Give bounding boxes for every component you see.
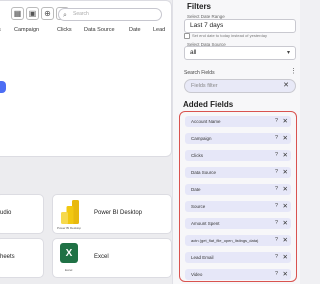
column-header[interactable]: Campaign	[14, 27, 39, 33]
more-icon[interactable]: ⋮	[290, 67, 297, 75]
added-field-label: Lead Email	[191, 255, 214, 260]
fields-filter-placeholder: Fields filter	[191, 83, 218, 89]
yesterday-label: Set end date to today instead of yesterd…	[192, 33, 267, 38]
column-header[interactable]: Clicks	[57, 27, 72, 33]
added-field-label: Account Name	[191, 119, 221, 124]
search-icon: ⌕	[63, 12, 67, 19]
help-icon[interactable]: ?	[275, 218, 278, 229]
column-header[interactable]: Date	[129, 27, 141, 33]
add-button[interactable]: ⊕	[41, 7, 54, 20]
column-header[interactable]: Data Source	[84, 27, 115, 33]
close-icon[interactable]: ✕	[283, 184, 288, 195]
close-icon[interactable]: ✕	[283, 201, 288, 212]
report-table-card: ▦ ▣ ⊕ ≡ ⌕ Search s Campaign Clicks Data …	[0, 0, 172, 157]
added-fields-title: Added Fields	[183, 100, 234, 109]
added-field-label: Clicks	[191, 153, 203, 158]
search-placeholder: Search	[73, 11, 89, 17]
excel-icon: X	[60, 243, 78, 263]
added-field-label: Campaign	[191, 136, 212, 141]
added-field-label: actn (get_flat_file_open_listings_data)	[191, 238, 259, 243]
column-header[interactable]: Lead	[153, 27, 165, 33]
help-icon[interactable]: ?	[275, 269, 278, 280]
help-icon[interactable]: ?	[275, 201, 278, 212]
help-icon[interactable]: ?	[275, 184, 278, 195]
filters-title: Filters	[187, 2, 212, 11]
add-icon: ⊕	[44, 9, 51, 18]
added-fields-list: Account Name ? ✕ Campaign ? ✕ Clicks ? ✕ Da…	[179, 111, 297, 282]
yesterday-checkbox[interactable]	[184, 33, 190, 39]
added-field-chip[interactable]: actn (get_flat_file_open_listings_data) …	[185, 235, 291, 246]
source-label: heets	[0, 254, 15, 260]
source-label: udio	[0, 210, 12, 216]
source-sublabel: Excel	[65, 268, 73, 272]
added-field-label: Amount Spent	[191, 221, 220, 226]
close-icon[interactable]: ✕	[283, 252, 288, 263]
added-field-chip[interactable]: Account Name ? ✕	[185, 116, 291, 127]
source-label: Power BI Desktop	[94, 210, 143, 216]
added-field-label: Video	[191, 272, 203, 277]
chevron-down-icon: ▾	[286, 50, 290, 56]
data-source-value: all	[190, 49, 197, 56]
added-field-chip[interactable]: Clicks ? ✕	[185, 150, 291, 161]
close-icon[interactable]: ✕	[283, 150, 288, 161]
blue-button[interactable]	[0, 81, 6, 93]
data-source-select[interactable]: all ▾	[184, 46, 296, 60]
added-field-chip[interactable]: Campaign ? ✕	[185, 133, 291, 144]
table-header: s Campaign Clicks Data Source Date Lead	[0, 27, 167, 37]
close-icon[interactable]: ✕	[283, 218, 288, 229]
close-icon[interactable]: ✕	[283, 116, 288, 127]
help-icon[interactable]: ?	[275, 167, 278, 178]
added-field-chip[interactable]: Data Source ? ✕	[185, 167, 291, 178]
close-icon[interactable]: ✕	[283, 133, 288, 144]
search-fields-label: Search Fields	[184, 70, 215, 76]
help-icon[interactable]: ?	[275, 252, 278, 263]
added-field-chip[interactable]: Lead Email ? ✕	[185, 252, 291, 263]
column-header: s	[0, 27, 1, 33]
grid-icon: ▦	[13, 9, 22, 18]
close-icon[interactable]: ✕	[283, 80, 289, 92]
close-icon[interactable]: ✕	[283, 235, 288, 246]
close-icon[interactable]: ✕	[283, 269, 288, 280]
report-area: ▦ ▣ ⊕ ≡ ⌕ Search s Campaign Clicks Data …	[0, 0, 172, 284]
date-range-select[interactable]: Last 7 days	[184, 19, 296, 33]
added-field-chip[interactable]: Date ? ✕	[185, 184, 291, 195]
added-field-label: Data Source	[191, 170, 217, 175]
added-field-chip[interactable]: Source ? ✕	[185, 201, 291, 212]
close-icon[interactable]: ✕	[283, 167, 288, 178]
help-icon[interactable]: ?	[275, 133, 278, 144]
help-icon[interactable]: ?	[275, 235, 278, 246]
added-field-chip[interactable]: Amount Spent ? ✕	[185, 218, 291, 229]
help-icon[interactable]: ?	[275, 116, 278, 127]
fields-filter-input[interactable]: Fields filter ✕	[184, 79, 296, 93]
date-range-value: Last 7 days	[190, 22, 224, 29]
filters-panel: Filters Select Date Range Last 7 days Se…	[172, 0, 300, 284]
save-icon: ▣	[28, 9, 37, 18]
added-field-label: Source	[191, 204, 206, 209]
grid-button[interactable]: ▦	[11, 7, 24, 20]
power-bi-icon	[61, 200, 79, 224]
search-input[interactable]: ⌕ Search	[58, 8, 162, 21]
added-field-chip[interactable]: Video ? ✕	[185, 269, 291, 280]
save-button[interactable]: ▣	[26, 7, 39, 20]
source-label: Excel	[94, 254, 109, 260]
help-icon[interactable]: ?	[275, 150, 278, 161]
source-sublabel: Power BI Desktop	[57, 226, 82, 230]
added-field-label: Date	[191, 187, 201, 192]
